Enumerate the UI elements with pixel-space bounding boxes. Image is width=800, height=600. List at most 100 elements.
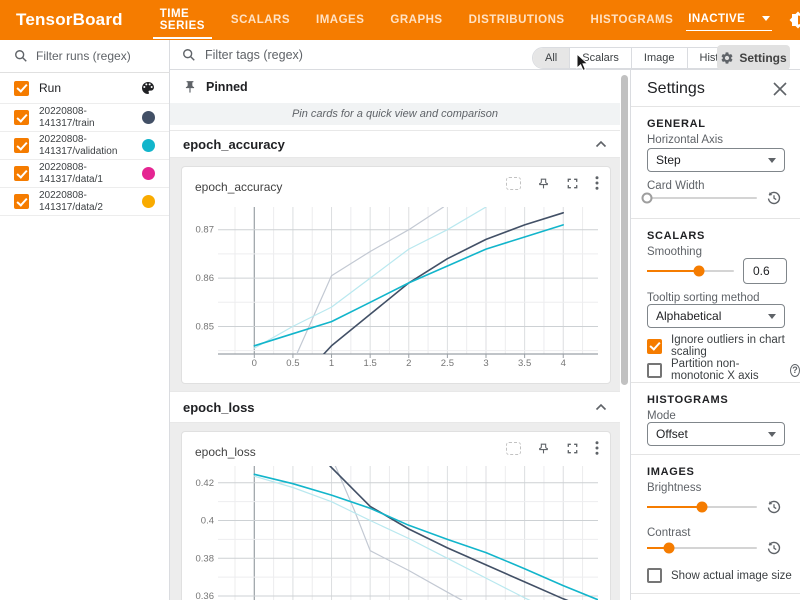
reset-contrast-icon[interactable] bbox=[765, 539, 783, 557]
slider-thumb[interactable] bbox=[697, 502, 708, 513]
run-name: 20220808-141317/train bbox=[39, 106, 135, 130]
svg-text:0.86: 0.86 bbox=[196, 273, 215, 284]
card-title: epoch_loss bbox=[195, 445, 256, 459]
help-icon[interactable]: ? bbox=[790, 364, 800, 377]
tooltip-sort-label: Tooltip sorting method bbox=[647, 292, 760, 304]
run-column-label: Run bbox=[39, 81, 140, 95]
filter-chip-scalars[interactable]: Scalars bbox=[570, 48, 632, 68]
brightness-toggle-icon[interactable] bbox=[789, 11, 800, 29]
partition-x-axis-row[interactable]: Partition non-monotonic X axis ? bbox=[647, 358, 800, 382]
histograms-heading: HISTOGRAMS bbox=[647, 394, 728, 406]
show-actual-size-checkbox[interactable] bbox=[647, 568, 662, 583]
section-body-epoch-accuracy: epoch_accuracy 0.850.860.8700.511.522.53… bbox=[170, 158, 620, 391]
pinned-section-header: Pinned bbox=[170, 70, 620, 103]
run-color-dot[interactable] bbox=[142, 167, 155, 180]
chevron-up-icon[interactable] bbox=[595, 140, 607, 148]
pin-icon[interactable] bbox=[537, 442, 550, 455]
run-row[interactable]: 20220808-141317/train bbox=[0, 104, 169, 132]
scalar-card-epoch-loss: epoch_loss 0.360.380.40.4200.511.522.533… bbox=[181, 431, 611, 600]
svg-text:3: 3 bbox=[483, 358, 488, 369]
run-color-dot[interactable] bbox=[142, 195, 155, 208]
run-row[interactable]: 20220808-141317/validation bbox=[0, 132, 169, 160]
filter-chip-all[interactable]: All bbox=[533, 48, 570, 68]
vertical-scrollbar[interactable] bbox=[621, 75, 628, 385]
close-icon[interactable] bbox=[773, 82, 787, 96]
pin-icon bbox=[183, 80, 197, 94]
card-title: epoch_accuracy bbox=[195, 180, 282, 194]
tab-time-series[interactable]: TIME SERIES bbox=[147, 0, 218, 40]
svg-text:3.5: 3.5 bbox=[518, 358, 531, 369]
slider-thumb[interactable] bbox=[694, 266, 705, 277]
svg-text:1.5: 1.5 bbox=[364, 358, 377, 369]
slider-thumb[interactable] bbox=[664, 543, 675, 554]
ignore-outliers-row[interactable]: Ignore outliers in chart scaling bbox=[647, 334, 800, 358]
settings-panel-title: Settings bbox=[647, 80, 773, 98]
slider-thumb[interactable] bbox=[642, 193, 653, 204]
run-checkbox[interactable] bbox=[14, 166, 29, 181]
brightness-slider[interactable] bbox=[647, 501, 757, 513]
run-status-dropdown[interactable]: INACTIVE bbox=[686, 10, 772, 31]
fullscreen-icon[interactable] bbox=[566, 177, 579, 190]
kebab-menu-icon[interactable] bbox=[595, 176, 599, 190]
run-name: 20220808-141317/data/1 bbox=[39, 162, 135, 186]
section-header-epoch-accuracy[interactable]: epoch_accuracy bbox=[170, 130, 620, 158]
histogram-mode-select[interactable]: Offset bbox=[647, 422, 785, 446]
tab-histograms[interactable]: HISTOGRAMS bbox=[578, 0, 687, 40]
card-actions bbox=[490, 441, 599, 455]
ignore-outliers-checkbox[interactable] bbox=[647, 339, 662, 354]
run-row[interactable]: 20220808-141317/data/1 bbox=[0, 160, 169, 188]
chevron-down-icon bbox=[768, 314, 776, 319]
section-header-epoch-loss[interactable]: epoch_loss bbox=[170, 391, 620, 423]
svg-text:0: 0 bbox=[252, 358, 257, 369]
tab-graphs[interactable]: GRAPHS bbox=[377, 0, 455, 40]
epoch-loss-chart[interactable]: 0.360.380.40.4200.511.522.533.54 bbox=[188, 460, 604, 600]
run-color-dot[interactable] bbox=[142, 139, 155, 152]
horizontal-axis-select[interactable]: Step bbox=[647, 148, 785, 172]
smoothing-value-input[interactable]: 0.6 bbox=[743, 258, 787, 284]
pin-icon[interactable] bbox=[537, 177, 550, 190]
fullscreen-icon[interactable] bbox=[566, 442, 579, 455]
fit-to-data-icon[interactable] bbox=[506, 442, 521, 455]
section-title: epoch_loss bbox=[183, 400, 595, 415]
smoothing-slider[interactable] bbox=[647, 265, 734, 277]
tab-distributions[interactable]: DISTRIBUTIONS bbox=[456, 0, 578, 40]
filter-chip-image[interactable]: Image bbox=[632, 48, 688, 68]
kebab-menu-icon[interactable] bbox=[595, 441, 599, 455]
images-heading: IMAGES bbox=[647, 466, 695, 478]
run-checkbox[interactable] bbox=[14, 138, 29, 153]
general-heading: GENERAL bbox=[647, 118, 706, 130]
tab-images[interactable]: IMAGES bbox=[303, 0, 377, 40]
run-checkbox[interactable] bbox=[14, 194, 29, 209]
run-row[interactable]: 20220808-141317/data/2 bbox=[0, 188, 169, 216]
partition-x-axis-checkbox[interactable] bbox=[647, 363, 662, 378]
tag-filter-field[interactable]: Filter tags (regex) bbox=[182, 40, 303, 70]
settings-button[interactable]: Settings bbox=[717, 45, 790, 70]
run-filter-field[interactable]: Filter runs (regex) bbox=[0, 40, 170, 73]
reset-brightness-icon[interactable] bbox=[765, 498, 783, 516]
tab-scalars[interactable]: SCALARS bbox=[218, 0, 303, 40]
run-color-dot[interactable] bbox=[142, 111, 155, 124]
svg-text:0.87: 0.87 bbox=[196, 225, 215, 236]
svg-text:0.85: 0.85 bbox=[196, 321, 215, 332]
smoothing-label: Smoothing bbox=[647, 246, 702, 258]
svg-text:2: 2 bbox=[406, 358, 411, 369]
svg-text:0.42: 0.42 bbox=[196, 478, 215, 489]
show-actual-size-row[interactable]: Show actual image size bbox=[647, 568, 792, 583]
tooltip-sort-select[interactable]: Alphabetical bbox=[647, 304, 785, 328]
app-header: TensorBoard TIME SERIES SCALARS IMAGES G… bbox=[0, 0, 800, 40]
svg-text:1: 1 bbox=[329, 358, 334, 369]
histogram-mode-label: Mode bbox=[647, 410, 676, 422]
epoch-accuracy-chart[interactable]: 0.850.860.8700.511.522.533.54 bbox=[188, 201, 604, 373]
reset-card-width-icon[interactable] bbox=[765, 189, 783, 207]
svg-text:0.38: 0.38 bbox=[196, 553, 215, 564]
scalar-card-epoch-accuracy: epoch_accuracy 0.850.860.8700.511.522.53… bbox=[181, 166, 611, 384]
tag-filter-placeholder: Filter tags (regex) bbox=[205, 48, 303, 62]
fit-to-data-icon[interactable] bbox=[506, 177, 521, 190]
run-checkbox[interactable] bbox=[14, 110, 29, 125]
contrast-slider[interactable] bbox=[647, 542, 757, 554]
palette-icon[interactable] bbox=[140, 80, 156, 96]
chevron-down-icon bbox=[768, 158, 776, 163]
chevron-up-icon[interactable] bbox=[595, 403, 607, 411]
card-width-slider[interactable] bbox=[647, 192, 757, 204]
select-all-runs-checkbox[interactable] bbox=[14, 81, 29, 96]
